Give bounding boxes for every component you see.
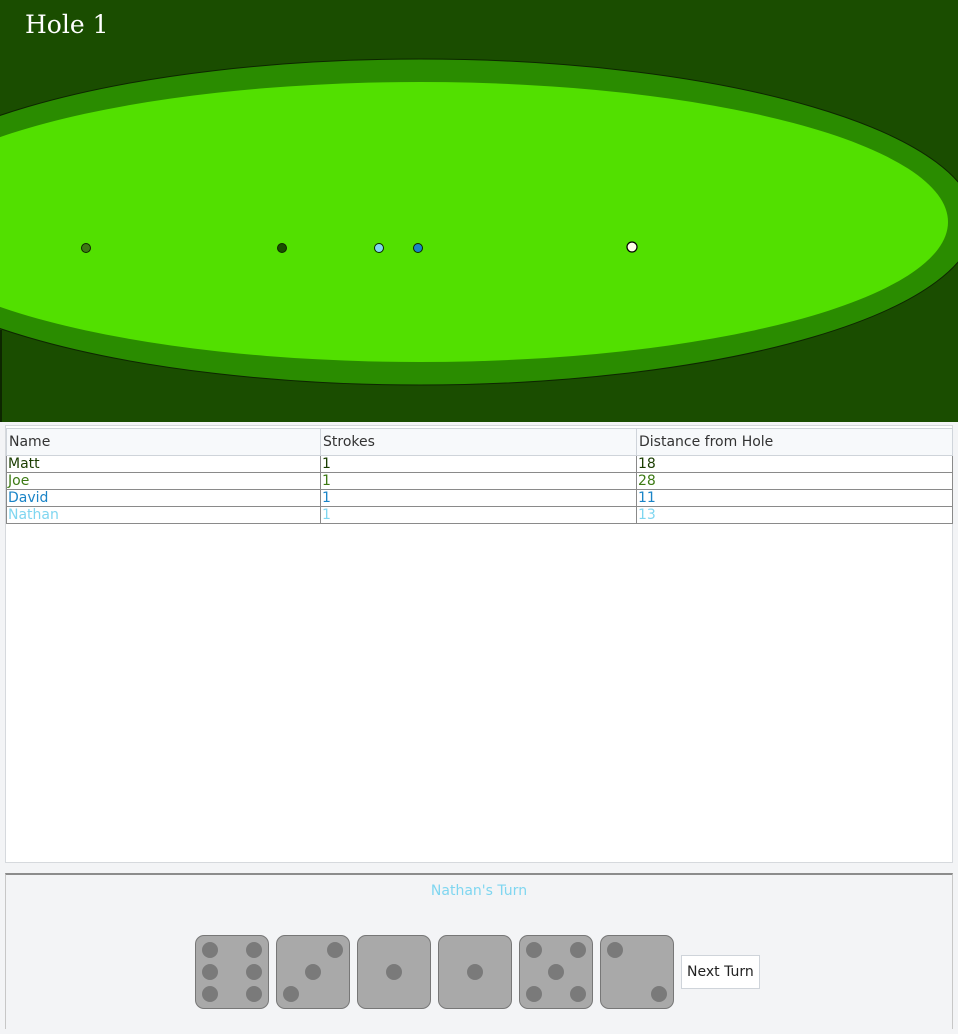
player-distance: 13 bbox=[636, 506, 953, 524]
die-pip bbox=[202, 964, 218, 980]
player-name: Matt bbox=[6, 455, 321, 473]
die-pip bbox=[607, 942, 623, 958]
turn-panel: Nathan's Turn Next Turn bbox=[5, 873, 953, 1029]
die-pip bbox=[570, 942, 586, 958]
die-pip bbox=[548, 964, 564, 980]
die[interactable] bbox=[276, 935, 350, 1009]
ball-nathan bbox=[374, 243, 384, 253]
golf-course-view: Hole 1 bbox=[0, 0, 958, 422]
next-turn-button[interactable]: Next Turn bbox=[681, 955, 760, 989]
die-pip bbox=[202, 942, 218, 958]
player-distance: 18 bbox=[636, 455, 953, 473]
die-pip bbox=[467, 964, 483, 980]
player-name: David bbox=[6, 489, 321, 507]
die[interactable] bbox=[519, 935, 593, 1009]
player-name: Nathan bbox=[6, 506, 321, 524]
dice-row: Next Turn bbox=[195, 935, 760, 1009]
die-pip bbox=[327, 942, 343, 958]
table-row: Nathan 1 13 bbox=[6, 506, 953, 524]
die-pip bbox=[246, 986, 262, 1002]
die-pip bbox=[246, 942, 262, 958]
die-face bbox=[526, 942, 586, 1002]
die-face bbox=[607, 942, 667, 1002]
player-name: Joe bbox=[6, 472, 321, 490]
player-distance: 28 bbox=[636, 472, 953, 490]
die-pip bbox=[526, 986, 542, 1002]
scoreboard-table: Name Strokes Distance from Hole Matt 1 1… bbox=[6, 428, 953, 524]
column-header-strokes[interactable]: Strokes bbox=[320, 428, 637, 456]
die-pip bbox=[386, 964, 402, 980]
table-row: Matt 1 18 bbox=[6, 455, 953, 473]
player-distance: 11 bbox=[636, 489, 953, 507]
ball-joe bbox=[81, 243, 91, 253]
die-pip bbox=[202, 986, 218, 1002]
current-turn-label: Nathan's Turn bbox=[430, 883, 528, 899]
die-face bbox=[283, 942, 343, 1002]
ball-matt bbox=[277, 243, 287, 253]
hole-cup bbox=[626, 241, 638, 253]
player-strokes: 1 bbox=[320, 506, 637, 524]
column-header-distance[interactable]: Distance from Hole bbox=[636, 428, 953, 456]
die-pip bbox=[526, 942, 542, 958]
table-row: David 1 11 bbox=[6, 489, 953, 507]
ball-david bbox=[413, 243, 423, 253]
scoreboard-panel: Name Strokes Distance from Hole Matt 1 1… bbox=[5, 425, 953, 863]
scoreboard-header-row: Name Strokes Distance from Hole bbox=[6, 428, 953, 456]
die-face bbox=[467, 964, 483, 980]
die-pip bbox=[246, 964, 262, 980]
die-face bbox=[386, 964, 402, 980]
course-canvas bbox=[0, 58, 958, 422]
die[interactable] bbox=[195, 935, 269, 1009]
player-strokes: 1 bbox=[320, 489, 637, 507]
player-strokes: 1 bbox=[320, 472, 637, 490]
die[interactable] bbox=[600, 935, 674, 1009]
hole-title: Hole 1 bbox=[25, 10, 109, 39]
player-strokes: 1 bbox=[320, 455, 637, 473]
die-pip bbox=[305, 964, 321, 980]
die-face bbox=[202, 942, 262, 1002]
die-pip bbox=[283, 986, 299, 1002]
die-pip bbox=[570, 986, 586, 1002]
column-header-name[interactable]: Name bbox=[6, 428, 321, 456]
table-row: Joe 1 28 bbox=[6, 472, 953, 490]
die[interactable] bbox=[357, 935, 431, 1009]
die-pip bbox=[651, 986, 667, 1002]
die[interactable] bbox=[438, 935, 512, 1009]
